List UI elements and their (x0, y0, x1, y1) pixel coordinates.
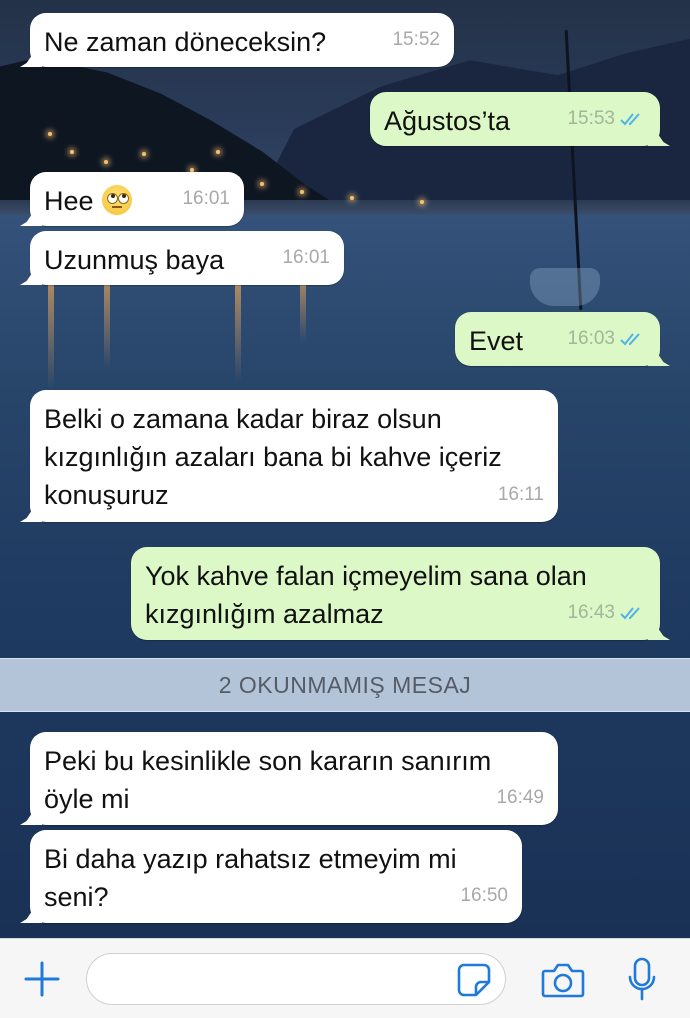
unread-messages-banner: 2 OKUNMAMIŞ MESAJ (0, 658, 690, 712)
message-input-bar (0, 938, 690, 1018)
message-outgoing[interactable]: Evet 16:03 (455, 312, 660, 366)
message-time: 16:11 (497, 484, 544, 505)
plus-icon[interactable] (20, 957, 64, 1001)
message-incoming[interactable]: Hee 16:01 (30, 172, 244, 226)
message-time: 16:49 (496, 787, 544, 808)
message-incoming[interactable]: Uzunmuş baya 16:01 (30, 231, 344, 285)
message-list[interactable]: Ne zaman döneceksin? 15:52 Ağustos’ta 15… (0, 0, 690, 938)
message-time: 16:03 (567, 320, 646, 358)
camera-icon[interactable] (538, 957, 588, 1003)
unread-banner-label: 2 OKUNMAMIŞ MESAJ (218, 671, 472, 698)
message-text: Belki o zamana kadar biraz olsun kızgınl… (44, 404, 502, 510)
message-incoming[interactable]: Belki o zamana kadar biraz olsun kızgınl… (30, 390, 558, 522)
message-text: Ne zaman döneceksin? (44, 27, 327, 57)
message-input[interactable] (86, 953, 506, 1005)
message-time: 16:01 (282, 247, 330, 268)
message-outgoing[interactable]: Ağustos’ta 15:53 (370, 92, 660, 146)
message-time: 15:53 (567, 100, 646, 138)
message-incoming[interactable]: Peki bu kesinlikle son kararın sanırım ö… (30, 732, 558, 825)
message-time: 15:52 (392, 29, 440, 50)
message-incoming[interactable]: Ne zaman döneceksin? 15:52 (30, 13, 454, 67)
message-text: Peki bu kesinlikle son kararın sanırım ö… (44, 746, 492, 814)
double-check-icon (620, 113, 640, 126)
message-time: 16:50 (460, 885, 508, 906)
eye-roll-emoji-icon (101, 185, 132, 215)
message-time: 16:01 (182, 188, 230, 209)
sticker-icon[interactable] (454, 960, 494, 1000)
message-incoming[interactable]: Bi daha yazıp rahatsız etmeyim mi seni? … (30, 830, 522, 923)
message-outgoing[interactable]: Yok kahve falan içmeyelim sana olan kızg… (131, 547, 660, 640)
message-text: Bi daha yazıp rahatsız etmeyim mi seni? (44, 844, 457, 912)
double-check-icon (620, 607, 640, 620)
microphone-icon[interactable] (620, 955, 664, 1005)
double-check-icon (620, 333, 640, 346)
message-time: 16:43 (567, 594, 646, 632)
